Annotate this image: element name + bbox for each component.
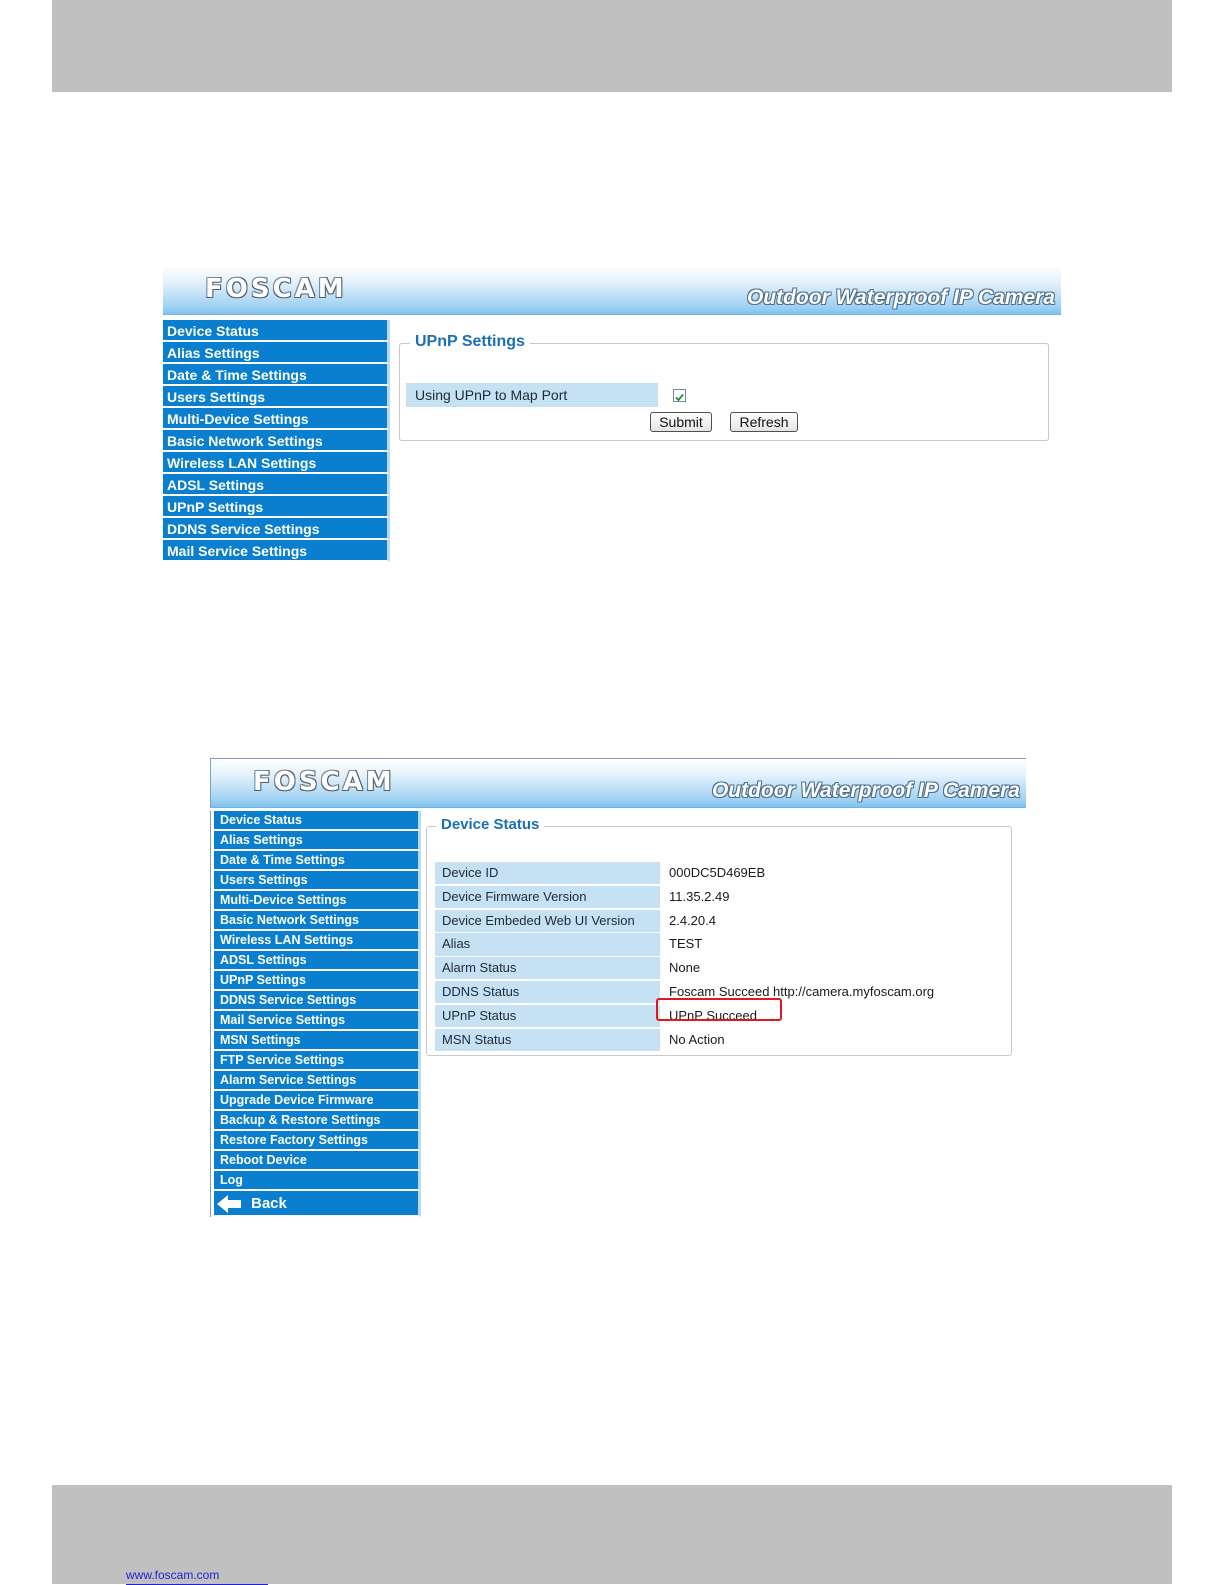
back-button[interactable]: Back (214, 1191, 421, 1217)
row-value: TEST (669, 936, 703, 952)
sidebar-item-wireless-lan-settings[interactable]: Wireless LAN Settings (163, 452, 390, 474)
checkmark-icon (675, 393, 684, 402)
footer-website-link[interactable]: www.foscam.com (126, 1568, 268, 1585)
row-label: Device ID (435, 862, 660, 885)
row-value: 11.35.2.49 (669, 888, 730, 904)
sidebar-item-basic-network-settings[interactable]: Basic Network Settings (163, 430, 390, 452)
row-label: UPnP Status (435, 1004, 660, 1028)
sidebar-item-basic-network-settings[interactable]: Basic Network Settings (214, 911, 421, 931)
camera-banner: FOSCAM Outdoor Waterproof IP Camera (210, 758, 1026, 808)
sidebar-item-multi-device-settings[interactable]: Multi-Device Settings (163, 408, 390, 430)
sidebar-item-users-settings[interactable]: Users Settings (163, 386, 390, 408)
sidebar-item-alias-settings[interactable]: Alias Settings (214, 831, 421, 851)
row-value: 2.4.20.4 (669, 912, 716, 928)
banner-tagline: Outdoor Waterproof IP Camera (711, 779, 1020, 802)
sidebar-item-reboot-device[interactable]: Reboot Device (214, 1151, 421, 1171)
sidebar-item-backup-restore-settings[interactable]: Backup & Restore Settings (214, 1111, 421, 1131)
sidebar-item-mail-service-settings[interactable]: Mail Service Settings (163, 540, 390, 562)
refresh-button[interactable]: Refresh (730, 412, 798, 432)
sidebar-item-users-settings[interactable]: Users Settings (214, 871, 421, 891)
sidebar-item-multi-device-settings[interactable]: Multi-Device Settings (214, 891, 421, 911)
sidebar-item-ddns-service-settings[interactable]: DDNS Service Settings (214, 991, 421, 1011)
settings-sidebar: Device Status Alias Settings Date & Time… (163, 320, 390, 562)
table-row: Alarm Status None (435, 957, 1005, 980)
sidebar-item-date-time-settings[interactable]: Date & Time Settings (163, 364, 390, 386)
sidebar-item-device-status[interactable]: Device Status (214, 811, 421, 831)
submit-button[interactable]: Submit (650, 412, 712, 432)
sidebar-item-alarm-service-settings[interactable]: Alarm Service Settings (214, 1071, 421, 1091)
row-label: MSN Status (435, 1028, 660, 1051)
upnp-settings-screenshot: FOSCAM Outdoor Waterproof IP Camera Devi… (163, 266, 1061, 566)
table-row: Device Firmware Version 11.35.2.49 (435, 885, 1005, 909)
header-band (52, 0, 1172, 92)
row-label: DDNS Status (435, 980, 660, 1004)
upnp-settings-panel: UPnP Settings Using UPnP to Map Port Sub… (399, 333, 1049, 441)
upnp-map-port-label: Using UPnP to Map Port (406, 383, 658, 407)
sidebar-item-wireless-lan-settings[interactable]: Wireless LAN Settings (214, 931, 421, 951)
camera-banner: FOSCAM Outdoor Waterproof IP Camera (163, 266, 1061, 315)
sidebar-item-log[interactable]: Log (214, 1171, 421, 1191)
back-label: Back (251, 1195, 287, 1212)
row-label: Device Embeded Web UI Version (435, 909, 660, 932)
sidebar-item-alias-settings[interactable]: Alias Settings (163, 342, 390, 364)
sidebar-item-adsl-settings[interactable]: ADSL Settings (163, 474, 390, 496)
foscam-logo: FOSCAM (253, 767, 395, 797)
panel-title: Device Status (436, 816, 545, 833)
panel-title: UPnP Settings (410, 333, 530, 351)
device-status-panel: Device Status Device ID 000DC5D469EB Dev… (426, 816, 1012, 1056)
upnp-map-port-checkbox[interactable] (673, 389, 686, 402)
row-value: 000DC5D469EB (669, 865, 766, 880)
back-arrow-icon (217, 1195, 241, 1213)
sidebar-item-adsl-settings[interactable]: ADSL Settings (214, 951, 421, 971)
sidebar-item-restore-factory-settings[interactable]: Restore Factory Settings (214, 1131, 421, 1151)
foscam-logo: FOSCAM (205, 274, 347, 304)
sidebar-item-upgrade-device-firmware[interactable]: Upgrade Device Firmware (214, 1091, 421, 1111)
sidebar-item-date-time-settings[interactable]: Date & Time Settings (214, 851, 421, 871)
device-status-screenshot: FOSCAM Outdoor Waterproof IP Camera Devi… (210, 758, 1026, 1220)
row-value: None (669, 960, 701, 976)
sidebar-item-device-status[interactable]: Device Status (163, 320, 390, 342)
sidebar-item-ftp-service-settings[interactable]: FTP Service Settings (214, 1051, 421, 1071)
table-row: Device ID 000DC5D469EB (435, 862, 1005, 885)
row-label: Alarm Status (435, 957, 660, 980)
table-row: Device Embeded Web UI Version 2.4.20.4 (435, 909, 1005, 932)
device-status-table: Device ID 000DC5D469EB Device Firmware V… (435, 862, 1005, 1052)
settings-sidebar: Device Status Alias Settings Date & Time… (210, 811, 421, 1217)
row-label: Alias (435, 933, 660, 956)
row-label: Device Firmware Version (435, 885, 660, 909)
sidebar-item-upnp-settings[interactable]: UPnP Settings (214, 971, 421, 991)
table-row: Alias TEST (435, 933, 1005, 956)
table-row: MSN Status No Action (435, 1028, 1005, 1051)
sidebar-item-mail-service-settings[interactable]: Mail Service Settings (214, 1011, 421, 1031)
upnp-status-highlight (656, 998, 782, 1021)
banner-tagline: Outdoor Waterproof IP Camera (746, 286, 1055, 309)
sidebar-item-upnp-settings[interactable]: UPnP Settings (163, 496, 390, 518)
sidebar-item-msn-settings[interactable]: MSN Settings (214, 1031, 421, 1051)
row-value: No Action (669, 1031, 725, 1047)
sidebar-item-ddns-service-settings[interactable]: DDNS Service Settings (163, 518, 390, 540)
